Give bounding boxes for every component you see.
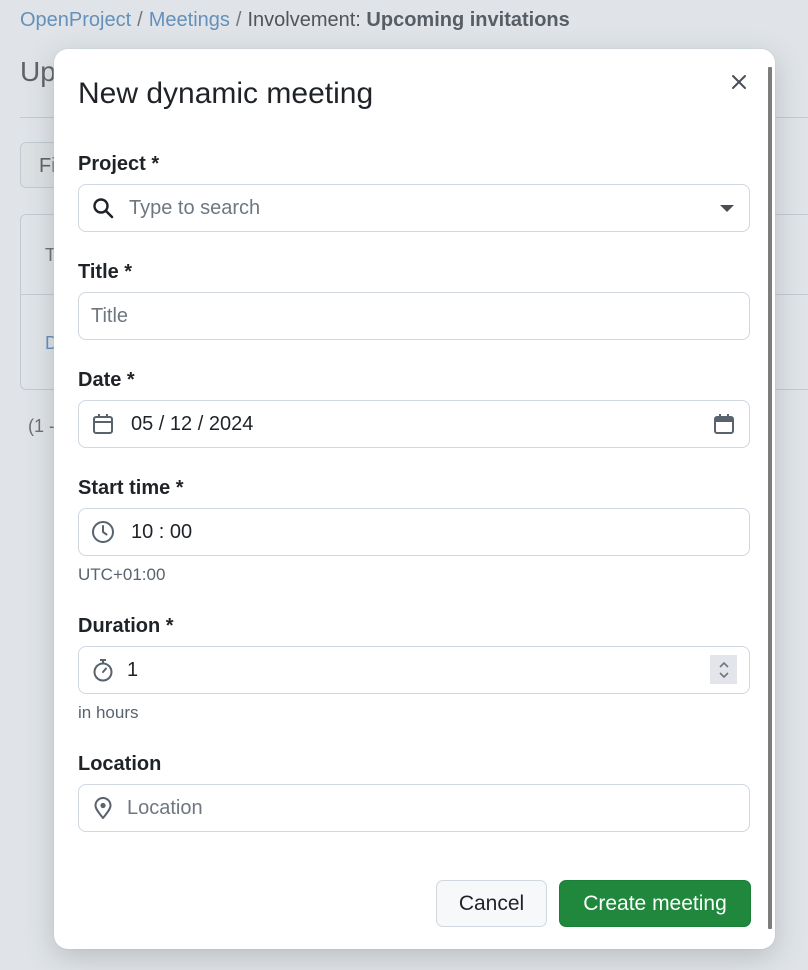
start-time-input[interactable]: 10 : 00 [78, 508, 750, 556]
date-value: 05 / 12 / 2024 [131, 412, 254, 435]
dialog-scrollbar[interactable] [768, 67, 772, 929]
start-time-label: Start time * [78, 477, 184, 499]
project-placeholder: Type to search [129, 196, 261, 219]
close-icon [730, 73, 748, 96]
duration-stepper[interactable] [710, 655, 737, 684]
duration-label: Duration * [78, 615, 174, 637]
clock-icon [91, 520, 115, 544]
caret-down-icon[interactable] [719, 203, 735, 213]
project-select[interactable]: Type to search [78, 184, 750, 232]
duration-caption: in hours [78, 703, 139, 722]
calendar-icon [91, 412, 115, 436]
title-placeholder: Title [91, 304, 129, 327]
calendar-picker-icon[interactable] [713, 413, 735, 435]
close-button[interactable] [726, 71, 752, 97]
date-label: Date * [78, 369, 135, 391]
start-time-value: 10 : 00 [131, 520, 193, 543]
cancel-button[interactable]: Cancel [436, 880, 547, 927]
timezone-caption: UTC+01:00 [78, 565, 166, 584]
dialog-title: New dynamic meeting [78, 77, 374, 110]
title-input[interactable]: Title [78, 292, 750, 340]
location-pin-icon [91, 796, 115, 820]
project-label: Project * [78, 153, 160, 175]
duration-value: 1 [127, 658, 139, 681]
title-label: Title * [78, 261, 133, 283]
location-placeholder: Location [127, 796, 203, 819]
stopwatch-icon [91, 658, 115, 682]
create-meeting-button[interactable]: Create meeting [559, 880, 751, 927]
location-label: Location [78, 753, 162, 775]
search-icon [91, 196, 115, 220]
duration-input[interactable]: 1 [78, 646, 750, 694]
location-input[interactable]: Location [78, 784, 750, 832]
new-meeting-dialog: New dynamic meeting Project * Type to se… [54, 49, 775, 949]
date-input[interactable]: 05 / 12 / 2024 [78, 400, 750, 448]
